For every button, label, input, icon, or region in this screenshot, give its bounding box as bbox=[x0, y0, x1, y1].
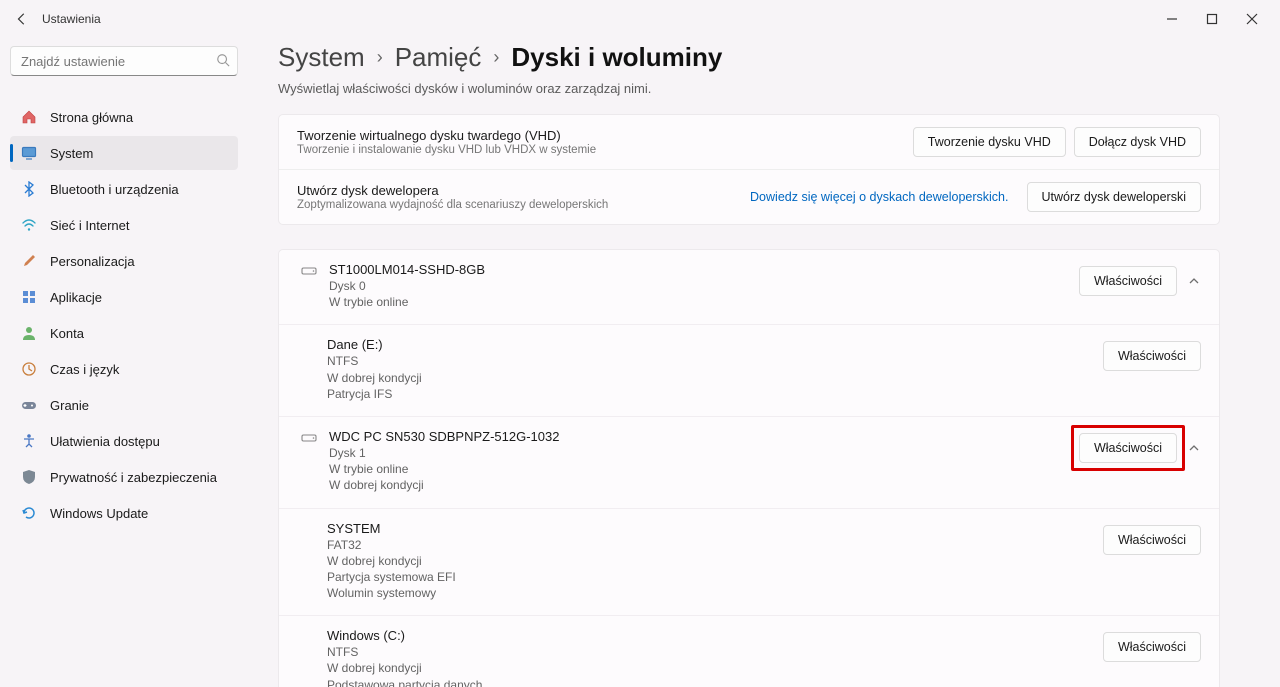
page-subtitle: Wyświetlaj właściwości dysków i woluminó… bbox=[278, 81, 1220, 96]
disk-name: ST1000LM014-SSHD-8GB bbox=[329, 262, 1079, 277]
nav-item-gaming[interactable]: Granie bbox=[10, 388, 238, 422]
nav-label: Strona główna bbox=[50, 110, 133, 125]
nav-item-network[interactable]: Sieć i Internet bbox=[10, 208, 238, 242]
volume-row: SYSTEM FAT32W dobrej kondycjiPartycja sy… bbox=[279, 508, 1219, 616]
disk-row: ST1000LM014-SSHD-8GB Dysk 0W trybie onli… bbox=[279, 250, 1219, 324]
nav-label: Personalizacja bbox=[50, 254, 135, 269]
nav-label: Ułatwienia dostępu bbox=[50, 434, 160, 449]
person-icon bbox=[20, 324, 38, 342]
titlebar: Ustawienia bbox=[0, 0, 1280, 38]
sidebar: Strona główna System Bluetooth i urządzeni… bbox=[0, 38, 248, 687]
game-icon bbox=[20, 396, 38, 414]
nav-label: Sieć i Internet bbox=[50, 218, 130, 233]
nav-item-accessibility[interactable]: Ułatwienia dostępu bbox=[10, 424, 238, 458]
back-button[interactable] bbox=[8, 5, 36, 33]
breadcrumb-system[interactable]: System bbox=[278, 42, 365, 73]
nav-label: Prywatność i zabezpieczenia bbox=[50, 470, 217, 485]
properties-button[interactable]: Właściwości bbox=[1103, 341, 1201, 371]
nav-label: System bbox=[50, 146, 93, 161]
system-icon bbox=[20, 144, 38, 162]
volume-name: SYSTEM bbox=[327, 521, 1103, 536]
nav-item-home[interactable]: Strona główna bbox=[10, 100, 238, 134]
chevron-right-icon: › bbox=[377, 47, 383, 68]
chevron-up-icon[interactable] bbox=[1187, 441, 1201, 455]
disk-meta: Dysk 1W trybie onlineW dobrej kondycji bbox=[329, 445, 1079, 494]
nav-label: Konta bbox=[50, 326, 84, 341]
shield-icon bbox=[20, 468, 38, 486]
chevron-right-icon: › bbox=[493, 47, 499, 68]
volume-row: Dane (E:) NTFSW dobrej kondycjiPatrycja … bbox=[279, 324, 1219, 416]
drive-icon bbox=[297, 266, 321, 276]
properties-button[interactable]: Właściwości bbox=[1103, 525, 1201, 555]
search-icon bbox=[216, 53, 230, 67]
search-box bbox=[10, 46, 238, 76]
disk-meta: Dysk 0W trybie online bbox=[329, 278, 1079, 310]
content-area: System › Pamięć › Dyski i woluminy Wyświ… bbox=[248, 38, 1280, 687]
volume-meta: FAT32W dobrej kondycjiPartycja systemowa… bbox=[327, 537, 1103, 602]
bluetooth-icon bbox=[20, 180, 38, 198]
nav-item-apps[interactable]: Aplikacje bbox=[10, 280, 238, 314]
app-title: Ustawienia bbox=[42, 12, 101, 26]
properties-button[interactable]: Właściwości bbox=[1079, 266, 1177, 296]
vhd-title: Tworzenie wirtualnego dysku twardego (VH… bbox=[297, 128, 913, 143]
create-dev-disk-button[interactable]: Utwórz dysk deweloperski bbox=[1027, 182, 1202, 212]
nav-item-time[interactable]: Czas i język bbox=[10, 352, 238, 386]
vhd-card: Tworzenie wirtualnego dysku twardego (VH… bbox=[279, 115, 1219, 169]
breadcrumb-storage[interactable]: Pamięć bbox=[395, 42, 482, 73]
disk-name: WDC PC SN530 SDBPNPZ-512G-1032 bbox=[329, 429, 1079, 444]
volume-meta: NTFSW dobrej kondycjiPodstawowa partycja… bbox=[327, 644, 1103, 687]
nav-item-privacy[interactable]: Prywatność i zabezpieczenia bbox=[10, 460, 238, 494]
disk-list: ST1000LM014-SSHD-8GB Dysk 0W trybie onli… bbox=[278, 249, 1220, 687]
home-icon bbox=[20, 108, 38, 126]
drive-icon bbox=[297, 433, 321, 443]
dev-title: Utwórz dysk dewelopera bbox=[297, 183, 750, 198]
time-icon bbox=[20, 360, 38, 378]
nav-label: Bluetooth i urządzenia bbox=[50, 182, 179, 197]
properties-button[interactable]: Właściwości bbox=[1103, 632, 1201, 662]
update-icon bbox=[20, 504, 38, 522]
nav-label: Granie bbox=[50, 398, 89, 413]
maximize-button[interactable] bbox=[1192, 4, 1232, 34]
volume-name: Windows (C:) bbox=[327, 628, 1103, 643]
nav-label: Czas i język bbox=[50, 362, 119, 377]
attach-vhd-button[interactable]: Dołącz dysk VHD bbox=[1074, 127, 1201, 157]
nav-item-personalize[interactable]: Personalizacja bbox=[10, 244, 238, 278]
volume-name: Dane (E:) bbox=[327, 337, 1103, 352]
dev-card: Utwórz dysk dewelopera Zoptymalizowana w… bbox=[279, 169, 1219, 224]
disk-row: WDC PC SN530 SDBPNPZ-512G-1032 Dysk 1W t… bbox=[279, 416, 1219, 508]
nav-item-system[interactable]: System bbox=[10, 136, 238, 170]
volume-meta: NTFSW dobrej kondycjiPatrycja IFS bbox=[327, 353, 1103, 402]
search-input[interactable] bbox=[10, 46, 238, 76]
create-vhd-button[interactable]: Tworzenie dysku VHD bbox=[913, 127, 1066, 157]
breadcrumb-current: Dyski i woluminy bbox=[511, 42, 722, 73]
dev-sub: Zoptymalizowana wydajność dla scenariusz… bbox=[297, 199, 750, 211]
nav-item-update[interactable]: Windows Update bbox=[10, 496, 238, 530]
vhd-sub: Tworzenie i instalowanie dysku VHD lub V… bbox=[297, 144, 913, 156]
apps-icon bbox=[20, 288, 38, 306]
nav-item-bluetooth[interactable]: Bluetooth i urządzenia bbox=[10, 172, 238, 206]
chevron-up-icon[interactable] bbox=[1187, 274, 1201, 288]
close-button[interactable] bbox=[1232, 4, 1272, 34]
nav-item-accounts[interactable]: Konta bbox=[10, 316, 238, 350]
breadcrumb: System › Pamięć › Dyski i woluminy bbox=[278, 42, 1220, 73]
nav-label: Windows Update bbox=[50, 506, 148, 521]
dev-learn-more-link[interactable]: Dowiedz się więcej o dyskach dewelopersk… bbox=[750, 190, 1008, 204]
wifi-icon bbox=[20, 216, 38, 234]
brush-icon bbox=[20, 252, 38, 270]
volume-row: Windows (C:) NTFSW dobrej kondycjiPodsta… bbox=[279, 615, 1219, 687]
nav-label: Aplikacje bbox=[50, 290, 102, 305]
access-icon bbox=[20, 432, 38, 450]
minimize-button[interactable] bbox=[1152, 4, 1192, 34]
top-cards: Tworzenie wirtualnego dysku twardego (VH… bbox=[278, 114, 1220, 225]
